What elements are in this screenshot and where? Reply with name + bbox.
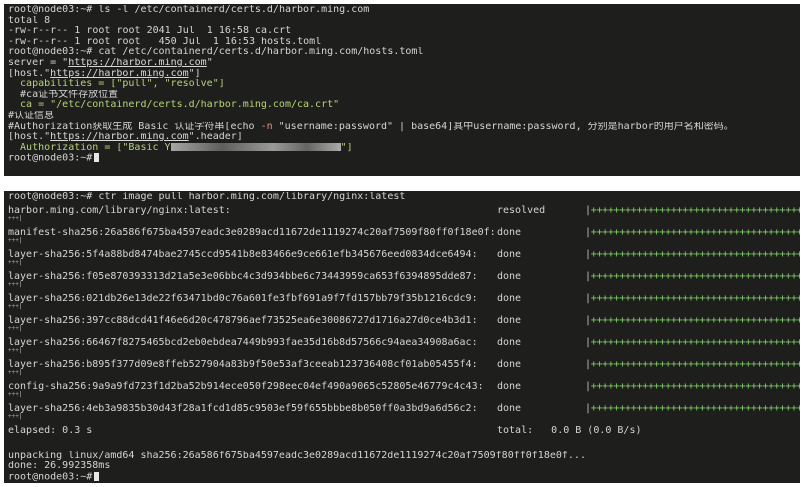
progress-sub: +++| [8,258,23,266]
progress-ref: layer-sha256:021db26e13de22f63471bd0c76a… [8,292,478,304]
server-url-link[interactable]: https://harbor.ming.com [68,58,206,68]
progress-bar: |++++++++++++++++++++++++++++++++++++++| [585,248,800,260]
progress-sub: +++| [8,236,23,244]
progress-bar: |++++++++++++++++++++++++++++++++++++++| [585,358,800,370]
progress-sub: +++| [8,346,23,354]
progress-row: layer-sha256:b895f377d09e8ffeb527904a83b… [8,357,800,379]
progress-bar: |++++++++++++++++++++++++++++++++++++++| [585,292,800,304]
terminal-line: [host."https://harbor.ming.com".header] [8,132,243,143]
progress-sub: +++| [8,368,23,376]
progress-bar: |++++++++++++++++++++++++++++++++++++++| [585,226,800,238]
progress-bar: |++++++++++++++++++++++++++++++++++++++| [585,402,800,414]
header-url-link[interactable]: https://harbor.ming.com [50,132,188,142]
terminal-line: #Authorization获取生成 Basic 认证字符串[echo -n "… [8,121,734,132]
terminal-line: root@node03:~# ls -l /etc/containerd/cer… [8,5,370,15]
progress-status: done [497,402,522,414]
terminal-line: #ca证书文件存放位置 [8,89,119,100]
progress-ref: layer-sha256:b895f377d09e8ffeb527904a83b… [8,358,478,370]
progress-status: resolved [497,204,546,216]
progress-status: done [497,270,522,282]
terminal-line: ca = "/etc/containerd/certs.d/harbor.min… [8,100,340,111]
progress-status: done [497,336,522,348]
progress-row: layer-sha256:5f4a88bd8474bae2745ccd9541b… [8,247,800,269]
terminal-line: total 8 [8,15,51,26]
progress-sub: +++| [8,390,23,398]
terminal-line: [host."https://harbor.ming.com"] [8,68,201,79]
total-text: total: 0.0 B (0.0 B/s) [497,424,642,436]
progress-row: manifest-sha256:26a586f675ba4597eadc3e02… [8,225,800,247]
progress-ref: layer-sha256:4eb3a9835b30d43f28a1fcd1d85… [8,402,478,414]
progress-status: done [497,314,522,326]
progress-bar: |++++++++++++++++++++++++++++++++++++++| [585,204,800,216]
terminal-line: capabilities = ["pull", "resolve"] [8,79,225,90]
progress-bar: |++++++++++++++++++++++++++++++++++++++| [585,270,800,282]
cursor [94,471,100,481]
progress-ref: layer-sha256:397cc88dcd41f46e6d20c478796… [8,314,478,326]
progress-row: layer-sha256:f05e870393313d21a5e3e06bbc4… [8,269,800,291]
terminal-line: root@node03:~# cat /etc/containerd/certs… [8,47,424,58]
progress-sub: +++| [8,412,23,420]
progress-ref: harbor.ming.com/library/nginx:latest: [8,204,231,216]
cursor [94,153,100,163]
summary-row: elapsed: 0.3 s total: 0.0 B (0.0 B/s) [8,423,796,445]
progress-bar: |++++++++++++++++++++++++++++++++++++++| [585,336,800,348]
terminal-line: #认证信息 [8,110,55,121]
progress-sub: +++| [8,280,23,288]
progress-bar: |++++++++++++++++++++++++++++++++++++++| [585,314,800,326]
terminal-line: server = "https://harbor.ming.com" [8,57,213,68]
progress-sub: +++| [8,302,23,310]
terminal-line: root@node03:~# [8,471,796,483]
progress-row: layer-sha256:021db26e13de22f63471bd0c76a… [8,291,800,313]
terminal-line: root@node03:~# ctr image pull harbor.min… [8,192,406,202]
progress-ref: config-sha256:9a9a9fd723f1d2ba52b914ece0… [8,380,484,392]
progress-row: layer-sha256:397cc88dcd41f46e6d20c478796… [8,313,800,335]
terminal-line: Authorization = ["Basic Y "] [8,142,353,153]
progress-bar: |++++++++++++++++++++++++++++++++++++++| [585,380,800,392]
progress-ref: layer-sha256:f05e870393313d21a5e3e06bbc4… [8,270,478,282]
file-row: -rw-r--r-- 1 root root 450 Jul 1 16:53 h… [8,36,322,47]
progress-list: harbor.ming.com/library/nginx:latest: res… [8,203,800,423]
progress-row: layer-sha256:4eb3a9835b30d43f28a1fcd1d85… [8,401,800,423]
progress-sub: +++| [8,324,23,332]
progress-status: done [497,380,522,392]
progress-ref: layer-sha256:5f4a88bd8474bae2745ccd9541b… [8,248,478,260]
progress-row: layer-sha256:66467f8275465bcd2eb0ebdea74… [8,335,800,357]
progress-status: done [497,358,522,370]
progress-ref: layer-sha256:66467f8275465bcd2eb0ebdea74… [8,336,478,348]
elapsed-text: elapsed: 0.3 s [8,424,93,436]
terminal-line: root@node03:~# [8,153,796,164]
terminal-line: done: 26.992358ms [8,461,111,472]
progress-status: done [497,248,522,260]
terminal-line: unpacking linux/amd64 sha256:26a586f675b… [8,450,586,461]
terminal-bottom[interactable]: root@node03:~# ctr image pull harbor.min… [4,191,800,483]
progress-status: done [497,292,522,304]
progress-row: config-sha256:9a9a9fd723f1d2ba52b914ece0… [8,379,800,401]
redacted-token [170,142,341,151]
host-url-link[interactable]: https://harbor.ming.com [50,69,188,79]
file-row: -rw-r--r-- 1 root root 2041 Jul 1 16:58 … [8,26,292,37]
progress-sub: +++| [8,214,23,222]
progress-row: harbor.ming.com/library/nginx:latest: res… [8,203,800,225]
terminal-top[interactable]: root@node03:~# ls -l /etc/containerd/cer… [4,4,800,176]
progress-ref: manifest-sha256:26a586f675ba4597eadc3e02… [8,226,496,238]
progress-status: done [497,226,522,238]
